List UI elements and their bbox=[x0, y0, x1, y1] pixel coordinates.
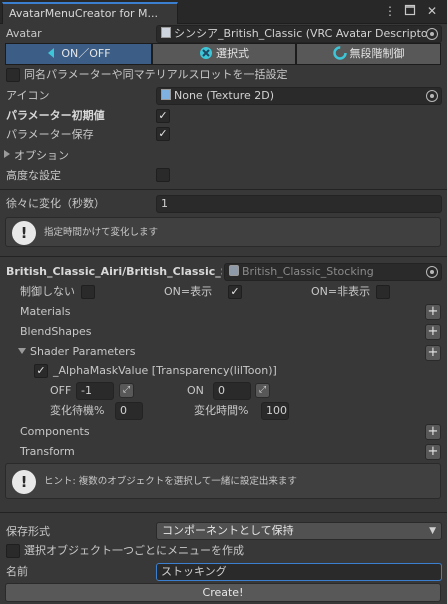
no-control-label: 制御しない bbox=[20, 285, 75, 298]
divider bbox=[0, 256, 447, 257]
divider bbox=[0, 512, 447, 513]
script-icon bbox=[161, 27, 171, 38]
add-blendshapes-button[interactable]: + bbox=[425, 324, 441, 340]
swap-on-button[interactable]: ⤢ bbox=[255, 383, 270, 398]
per-object-label: 選択オブジェクト一つごとにメニューを作成 bbox=[24, 544, 244, 557]
param-default-checkbox[interactable]: ✓ bbox=[156, 109, 170, 123]
texture-icon bbox=[161, 89, 171, 100]
alpha-mask-checkbox[interactable]: ✓ bbox=[34, 364, 48, 378]
window-tab[interactable]: AvatarMenuCreator for M... bbox=[2, 2, 178, 24]
name-input[interactable]: ストッキング bbox=[156, 563, 442, 581]
foldout-arrow-icon bbox=[18, 348, 26, 354]
swap-icon: ⤢ bbox=[122, 385, 131, 395]
components-foldout[interactable]: Components bbox=[20, 424, 90, 440]
tab-select[interactable]: 選択式 bbox=[152, 43, 296, 65]
object-picker-icon[interactable] bbox=[426, 28, 438, 40]
chevron-down-icon: ▼ bbox=[429, 526, 436, 536]
tab-radial[interactable]: 無段階制御 bbox=[296, 43, 441, 65]
on-label: ON bbox=[187, 384, 204, 397]
icon-label: アイコン bbox=[6, 89, 50, 102]
same-param-checkbox[interactable] bbox=[6, 68, 20, 82]
object-picker-icon[interactable] bbox=[426, 90, 438, 102]
close-icon[interactable]: ✕ bbox=[425, 4, 439, 18]
on-hide-label: ON=非表示 bbox=[311, 285, 371, 298]
help-box: ! 指定時間かけて変化します bbox=[5, 217, 441, 247]
advanced-label: 高度な設定 bbox=[6, 169, 61, 182]
save-format-label: 保存形式 bbox=[6, 525, 50, 538]
select-icon bbox=[200, 47, 212, 59]
toggle-icon bbox=[48, 48, 55, 58]
on-hide-checkbox[interactable] bbox=[376, 285, 390, 299]
on-show-label: ON=表示 bbox=[164, 285, 213, 298]
kebab-menu-icon[interactable]: ⋮ bbox=[383, 4, 397, 18]
wait-off-label: 変化待機% bbox=[50, 404, 105, 417]
help-text: 指定時間かけて変化します bbox=[44, 227, 159, 238]
tab-select-label: 選択式 bbox=[216, 47, 249, 60]
tab-radial-label: 無段階制御 bbox=[349, 47, 405, 60]
option-foldout[interactable]: オプション bbox=[4, 148, 69, 164]
alpha-mask-label: _AlphaMaskValue [Transparency(lilToon)] bbox=[53, 364, 277, 377]
option-foldout-label: オプション bbox=[14, 149, 69, 162]
advanced-checkbox[interactable] bbox=[156, 168, 170, 182]
mesh-icon bbox=[229, 265, 239, 276]
gradual-label: 徐々に変化（秒数） bbox=[6, 197, 105, 210]
per-object-checkbox[interactable] bbox=[6, 544, 20, 558]
transform-foldout[interactable]: Transform bbox=[20, 444, 75, 460]
name-label: 名前 bbox=[6, 565, 28, 578]
target-object-field[interactable]: British_Classic_Stocking bbox=[224, 263, 442, 281]
add-components-button[interactable]: + bbox=[425, 424, 441, 440]
shader-params-foldout[interactable]: Shader Parameters bbox=[18, 344, 135, 360]
blendshapes-foldout[interactable]: BlendShapes bbox=[20, 324, 92, 340]
foldout-arrow-icon bbox=[4, 150, 10, 158]
tab-on-off-label: ON／OFF bbox=[61, 47, 111, 60]
save-format-dropdown[interactable]: コンポーネントとして保持 ▼ bbox=[156, 522, 442, 540]
tab-on-off[interactable]: ON／OFF bbox=[5, 43, 152, 65]
materials-foldout[interactable]: Materials bbox=[20, 304, 70, 320]
divider bbox=[0, 189, 447, 190]
param-default-label: パラメーター初期値 bbox=[6, 109, 105, 122]
wait-off-input[interactable]: 0 bbox=[115, 402, 143, 420]
save-format-value: コンポーネントとして保持 bbox=[162, 524, 294, 537]
same-param-label: 同名パラメーターや同マテリアルスロットを一括設定 bbox=[24, 68, 288, 81]
icon-field[interactable]: None (Texture 2D) bbox=[156, 87, 442, 105]
object-picker-icon[interactable] bbox=[426, 266, 438, 278]
info-icon: ! bbox=[12, 470, 36, 494]
radial-icon bbox=[332, 46, 347, 60]
on-value-input[interactable]: 0 bbox=[213, 382, 251, 400]
swap-icon: ⤢ bbox=[258, 385, 267, 395]
swap-off-button[interactable]: ⤢ bbox=[119, 383, 134, 398]
target-path: British_Classic_Airi/British_Classic_S bbox=[6, 265, 222, 278]
avatar-field[interactable]: シンシア_British_Classic (VRC Avatar Descrip… bbox=[156, 25, 442, 43]
off-label: OFF bbox=[50, 384, 72, 397]
avatar-value: シンシア_British_Classic (VRC Avatar Descrip… bbox=[174, 27, 428, 40]
duration-on-label: 変化時間% bbox=[194, 404, 249, 417]
hint-text: ヒント: 複数のオブジェクトを選択して一緒に設定出来ます bbox=[44, 476, 297, 487]
param-saved-label: パラメーター保存 bbox=[6, 128, 94, 141]
create-button[interactable]: Create! bbox=[5, 583, 441, 602]
on-show-checkbox[interactable]: ✓ bbox=[228, 285, 242, 299]
duration-on-input[interactable]: 100 bbox=[261, 402, 289, 420]
add-transform-button[interactable]: + bbox=[425, 444, 441, 460]
info-icon: ! bbox=[12, 221, 36, 245]
no-control-checkbox[interactable] bbox=[81, 285, 95, 299]
hint-box: ! ヒント: 複数のオブジェクトを選択して一緒に設定出来ます bbox=[5, 463, 441, 499]
maximize-icon[interactable] bbox=[403, 4, 417, 18]
add-materials-button[interactable]: + bbox=[425, 304, 441, 320]
target-object-value: British_Classic_Stocking bbox=[242, 265, 374, 278]
add-shader-param-button[interactable]: + bbox=[425, 345, 441, 361]
off-value-input[interactable]: -1 bbox=[76, 382, 114, 400]
gradual-input[interactable]: 1 bbox=[156, 195, 442, 213]
param-saved-checkbox[interactable]: ✓ bbox=[156, 127, 170, 141]
icon-value: None (Texture 2D) bbox=[174, 89, 275, 102]
avatar-label: Avatar bbox=[6, 27, 42, 40]
shader-params-label: Shader Parameters bbox=[30, 345, 136, 358]
